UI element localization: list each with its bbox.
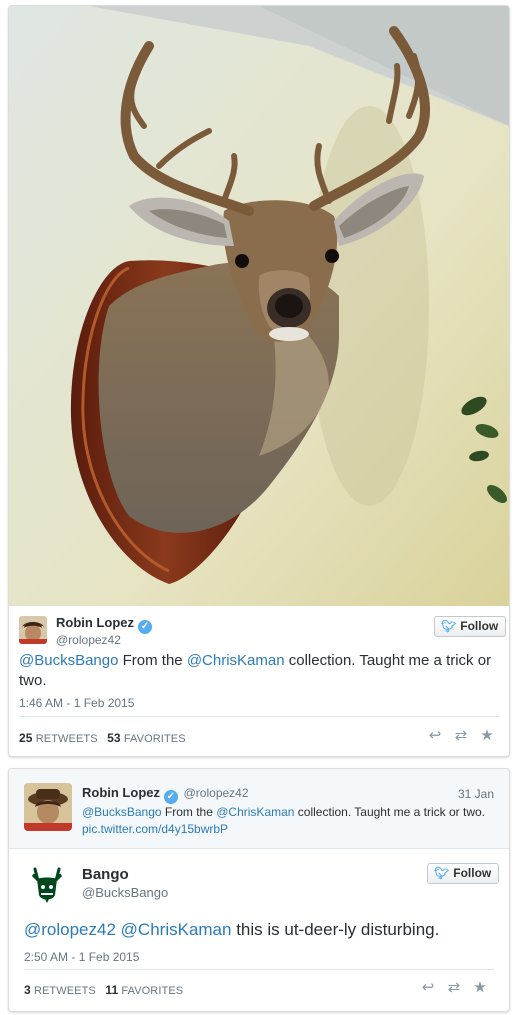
tweet-text-segment: collection. Taught me a trick or two. [294, 805, 485, 819]
mention-link[interactable]: @ChrisKaman [216, 805, 294, 819]
favorite-label[interactable]: FAVORITES [124, 733, 186, 745]
tweet-text: @BucksBango From the @ChrisKaman collect… [19, 651, 499, 691]
robin-lopez-avatar[interactable] [19, 616, 47, 644]
author-handle[interactable]: @rolopez42 [56, 633, 121, 647]
tweet-text-segment: From the [161, 805, 217, 819]
tweet-actions: ↩ ⇄ ★ [422, 726, 500, 744]
reply-icon[interactable]: ↩ [422, 726, 448, 744]
quoted-author[interactable]: Robin Lopez ✓ @rolopez42 [82, 785, 249, 804]
divider [24, 969, 494, 970]
tweet-timestamp[interactable]: 2:50 AM - 1 Feb 2015 [24, 950, 139, 964]
tweet-card: Robin Lopez ✓ @rolopez42 31 Jan @BucksBan… [8, 768, 510, 1012]
retweet-label[interactable]: RETWEETS [34, 985, 96, 997]
robin-lopez-avatar[interactable] [24, 783, 72, 831]
retweet-icon[interactable]: ⇄ [448, 726, 474, 744]
quoted-text: @BucksBango From the @ChrisKaman collect… [82, 804, 492, 838]
tweet-stats: 3 RETWEETS 11 FAVORITES [24, 983, 183, 997]
divider [19, 716, 499, 717]
mention-link[interactable]: @ChrisKaman [187, 652, 285, 669]
retweet-count[interactable]: 3 [24, 983, 31, 997]
author-name[interactable]: Bango [82, 866, 129, 883]
deer-mount-image [9, 6, 509, 606]
mention-link[interactable]: @BucksBango [82, 805, 162, 819]
deer-mount-photo[interactable] [9, 6, 509, 606]
mention-link[interactable]: @BucksBango [19, 652, 118, 669]
follow-button[interactable]: 🐦︎ Follow [434, 616, 507, 637]
quoted-author-name[interactable]: Robin Lopez [82, 785, 160, 800]
favorite-icon[interactable]: ★ [474, 726, 500, 744]
favorite-count[interactable]: 53 [107, 731, 121, 745]
follow-label: Follow [453, 866, 492, 880]
tweet-stats: 25 RETWEETS 53 FAVORITES [19, 731, 186, 745]
mention-link[interactable]: @rolopez42 [24, 920, 116, 939]
tweet-text-segment: this is ut-deer-ly disturbing. [231, 920, 440, 939]
favorite-count[interactable]: 11 [105, 983, 118, 997]
tweet-text: @rolopez42 @ChrisKaman this is ut-deer-l… [24, 919, 494, 941]
twitter-bird-icon: 🐦︎ [441, 619, 457, 633]
author-name-text[interactable]: Robin Lopez [56, 615, 134, 630]
favorite-label[interactable]: FAVORITES [121, 985, 183, 997]
retweet-count[interactable]: 25 [19, 731, 33, 745]
tweet-text-segment: From the [118, 652, 187, 669]
bango-avatar[interactable] [27, 865, 67, 905]
retweet-label[interactable]: RETWEETS [36, 733, 98, 745]
follow-button[interactable]: 🐦︎ Follow [427, 863, 500, 884]
author-name[interactable]: Robin Lopez ✓ [56, 615, 152, 634]
pic-link[interactable]: pic.twitter.com/d4y15bwrbP [82, 822, 228, 836]
verified-icon: ✓ [164, 790, 178, 804]
verified-icon: ✓ [138, 620, 152, 634]
quoted-date[interactable]: 31 Jan [458, 787, 494, 801]
twitter-bird-icon: 🐦︎ [434, 866, 450, 880]
author-handle[interactable]: @BucksBango [82, 885, 168, 900]
reply-icon[interactable]: ↩ [415, 978, 441, 996]
quoted-tweet[interactable]: Robin Lopez ✓ @rolopez42 31 Jan @BucksBan… [9, 769, 509, 849]
mention-link[interactable]: @ChrisKaman [121, 920, 232, 939]
quoted-author-handle[interactable]: @rolopez42 [184, 786, 249, 800]
tweet-card: Robin Lopez ✓ @rolopez42 🐦︎ Follow @BucksB… [8, 5, 510, 757]
follow-label: Follow [460, 619, 499, 633]
retweet-icon[interactable]: ⇄ [441, 978, 467, 996]
favorite-icon[interactable]: ★ [467, 978, 493, 996]
tweet-actions: ↩ ⇄ ★ [415, 978, 493, 996]
tweet-timestamp[interactable]: 1:46 AM - 1 Feb 2015 [19, 696, 134, 710]
